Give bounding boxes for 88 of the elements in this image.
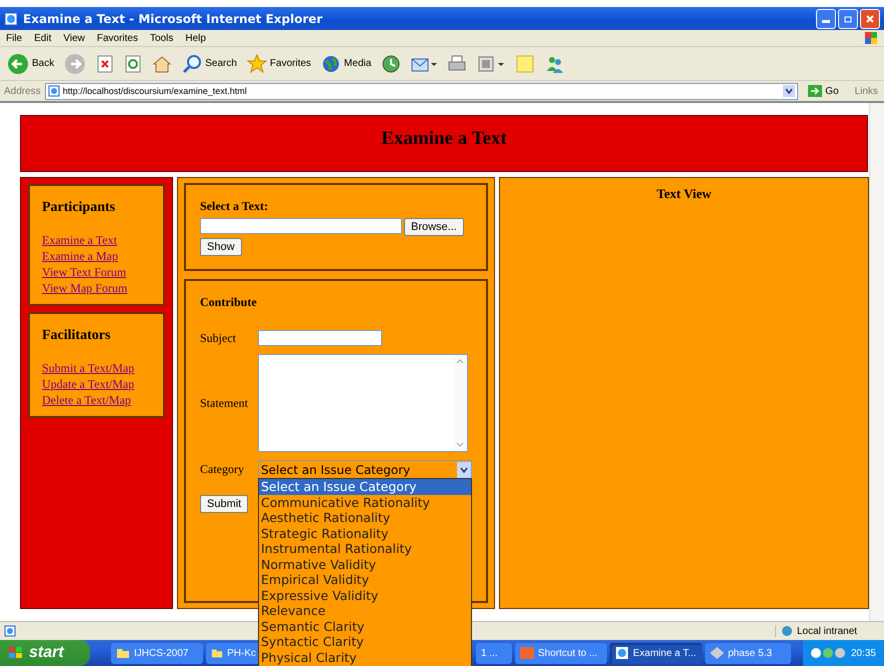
subject-label: Subject [200, 330, 237, 346]
menu-item[interactable]: Edit [34, 32, 52, 44]
page-icon [48, 85, 60, 97]
dropdown-option[interactable]: Communicative Rationality [259, 494, 471, 510]
dropdown-option[interactable]: Strategic Rationality [259, 526, 471, 541]
star-icon [246, 54, 267, 74]
links-button[interactable]: Links [848, 86, 880, 96]
diamond-icon [710, 647, 724, 659]
taskbar-item[interactable]: Examine a T... [610, 642, 702, 664]
scrollbar[interactable] [453, 355, 467, 451]
dropdown-option[interactable]: Relevance [259, 603, 471, 618]
category-label: Category [200, 462, 245, 477]
menu-item[interactable]: View [63, 32, 85, 44]
restore-button[interactable] [838, 8, 858, 28]
subject-field[interactable] [258, 330, 382, 346]
dropdown-option[interactable]: Instrumental Rationality [259, 541, 471, 556]
statement-field[interactable] [258, 354, 468, 452]
nav-link[interactable]: Update a Text/Map [42, 376, 151, 392]
submit-button[interactable]: Submit [200, 495, 248, 513]
dropdown-option[interactable]: Normative Validity [259, 556, 471, 572]
statement-label: Statement [200, 396, 249, 410]
dropdown-option[interactable]: Empirical Validity [259, 572, 471, 588]
zone-label: Local intranet [797, 626, 858, 636]
contribute-heading: Contribute [200, 295, 258, 310]
windows-logo-icon [8, 646, 24, 660]
printer-icon [447, 54, 468, 74]
tray-icons-icon [810, 647, 845, 659]
page-header: Examine a Text [20, 115, 868, 172]
clock: 20:35 [850, 648, 876, 658]
minimize-icon [822, 20, 830, 23]
restore-icon [844, 14, 852, 22]
nav-link[interactable]: Delete a Text/Map [42, 392, 151, 408]
folder-icon [211, 647, 224, 659]
taskbar-item[interactable]: PH-Kc [206, 642, 261, 664]
arrow-icon [808, 85, 822, 97]
refresh-icon [124, 54, 142, 72]
folder-icon [116, 647, 130, 659]
minimize-button[interactable] [816, 8, 836, 28]
select-text-label: Select a Text: [200, 199, 269, 214]
dropdown-option[interactable]: Aesthetic Rationality [259, 510, 471, 526]
nav-link[interactable]: View Text Forum [42, 264, 151, 280]
close-icon [866, 14, 874, 22]
dropdown-option[interactable]: Syntactic Clarity [259, 634, 471, 650]
house-icon [152, 54, 172, 72]
address-label: Address [4, 86, 41, 96]
menu-item[interactable]: Help [185, 32, 206, 44]
page-scrollbar[interactable] [869, 103, 884, 621]
note-icon [515, 54, 536, 74]
file-path-field[interactable] [200, 218, 402, 234]
toolbar-button[interactable]: Back [4, 50, 58, 76]
window-title: Examine a Text - Microsoft Internet Explorer [23, 12, 324, 26]
toolbar-button[interactable]: Media [318, 52, 374, 76]
search-icon [182, 54, 202, 74]
dropdown-option[interactable]: Expressive Validity [259, 588, 471, 603]
stop-icon [96, 54, 114, 72]
close-button[interactable] [860, 8, 880, 28]
nav-link[interactable]: Examine a Map [42, 248, 151, 264]
windows-logo-icon [864, 31, 878, 45]
nav-heading: Facilitators [42, 328, 112, 344]
dropdown-option[interactable]: Select an Issue Category [259, 479, 471, 494]
page-icon [4, 625, 16, 637]
nav-heading: Participants [42, 200, 116, 216]
category-dropdown[interactable]: Select an Issue Category [258, 460, 472, 479]
nav-link[interactable]: View Map Forum [42, 280, 151, 296]
nav-link[interactable]: Examine a Text [42, 232, 151, 248]
browse-button[interactable]: Browse... [404, 218, 464, 236]
go-button[interactable]: Go [802, 85, 845, 97]
menu-item[interactable]: Favorites [96, 32, 138, 44]
menu-item[interactable]: Tools [150, 32, 174, 44]
nav-link[interactable]: Submit a Text/Map [42, 360, 151, 376]
address-field[interactable]: http://localhost/discoursium/examine_text.html [44, 82, 798, 100]
browser-icon [615, 647, 629, 659]
start-button[interactable]: start [0, 640, 90, 666]
scroll-down-icon[interactable] [455, 441, 465, 449]
show-button[interactable]: Show [200, 238, 242, 256]
taskbar-item[interactable]: IJHCS-2007 [111, 642, 203, 664]
text-view-heading: Text View [656, 186, 712, 202]
taskbar-item[interactable]: 1 ... [476, 642, 512, 664]
clock-icon [381, 54, 402, 74]
dropdown-option[interactable]: Semantic Clarity [259, 618, 471, 634]
toolbar-button[interactable]: Favorites [244, 52, 314, 76]
toolbar-button[interactable]: Search [179, 52, 240, 76]
dropdown-option[interactable]: Physical Clarity [259, 650, 471, 665]
menu-item[interactable]: File [6, 32, 22, 44]
taskbar-item[interactable]: Shortcut to ... [515, 642, 607, 664]
browser-icon [4, 12, 18, 26]
scroll-up-icon[interactable] [455, 357, 465, 365]
taskbar-item[interactable]: phase 5.3 [705, 642, 791, 664]
